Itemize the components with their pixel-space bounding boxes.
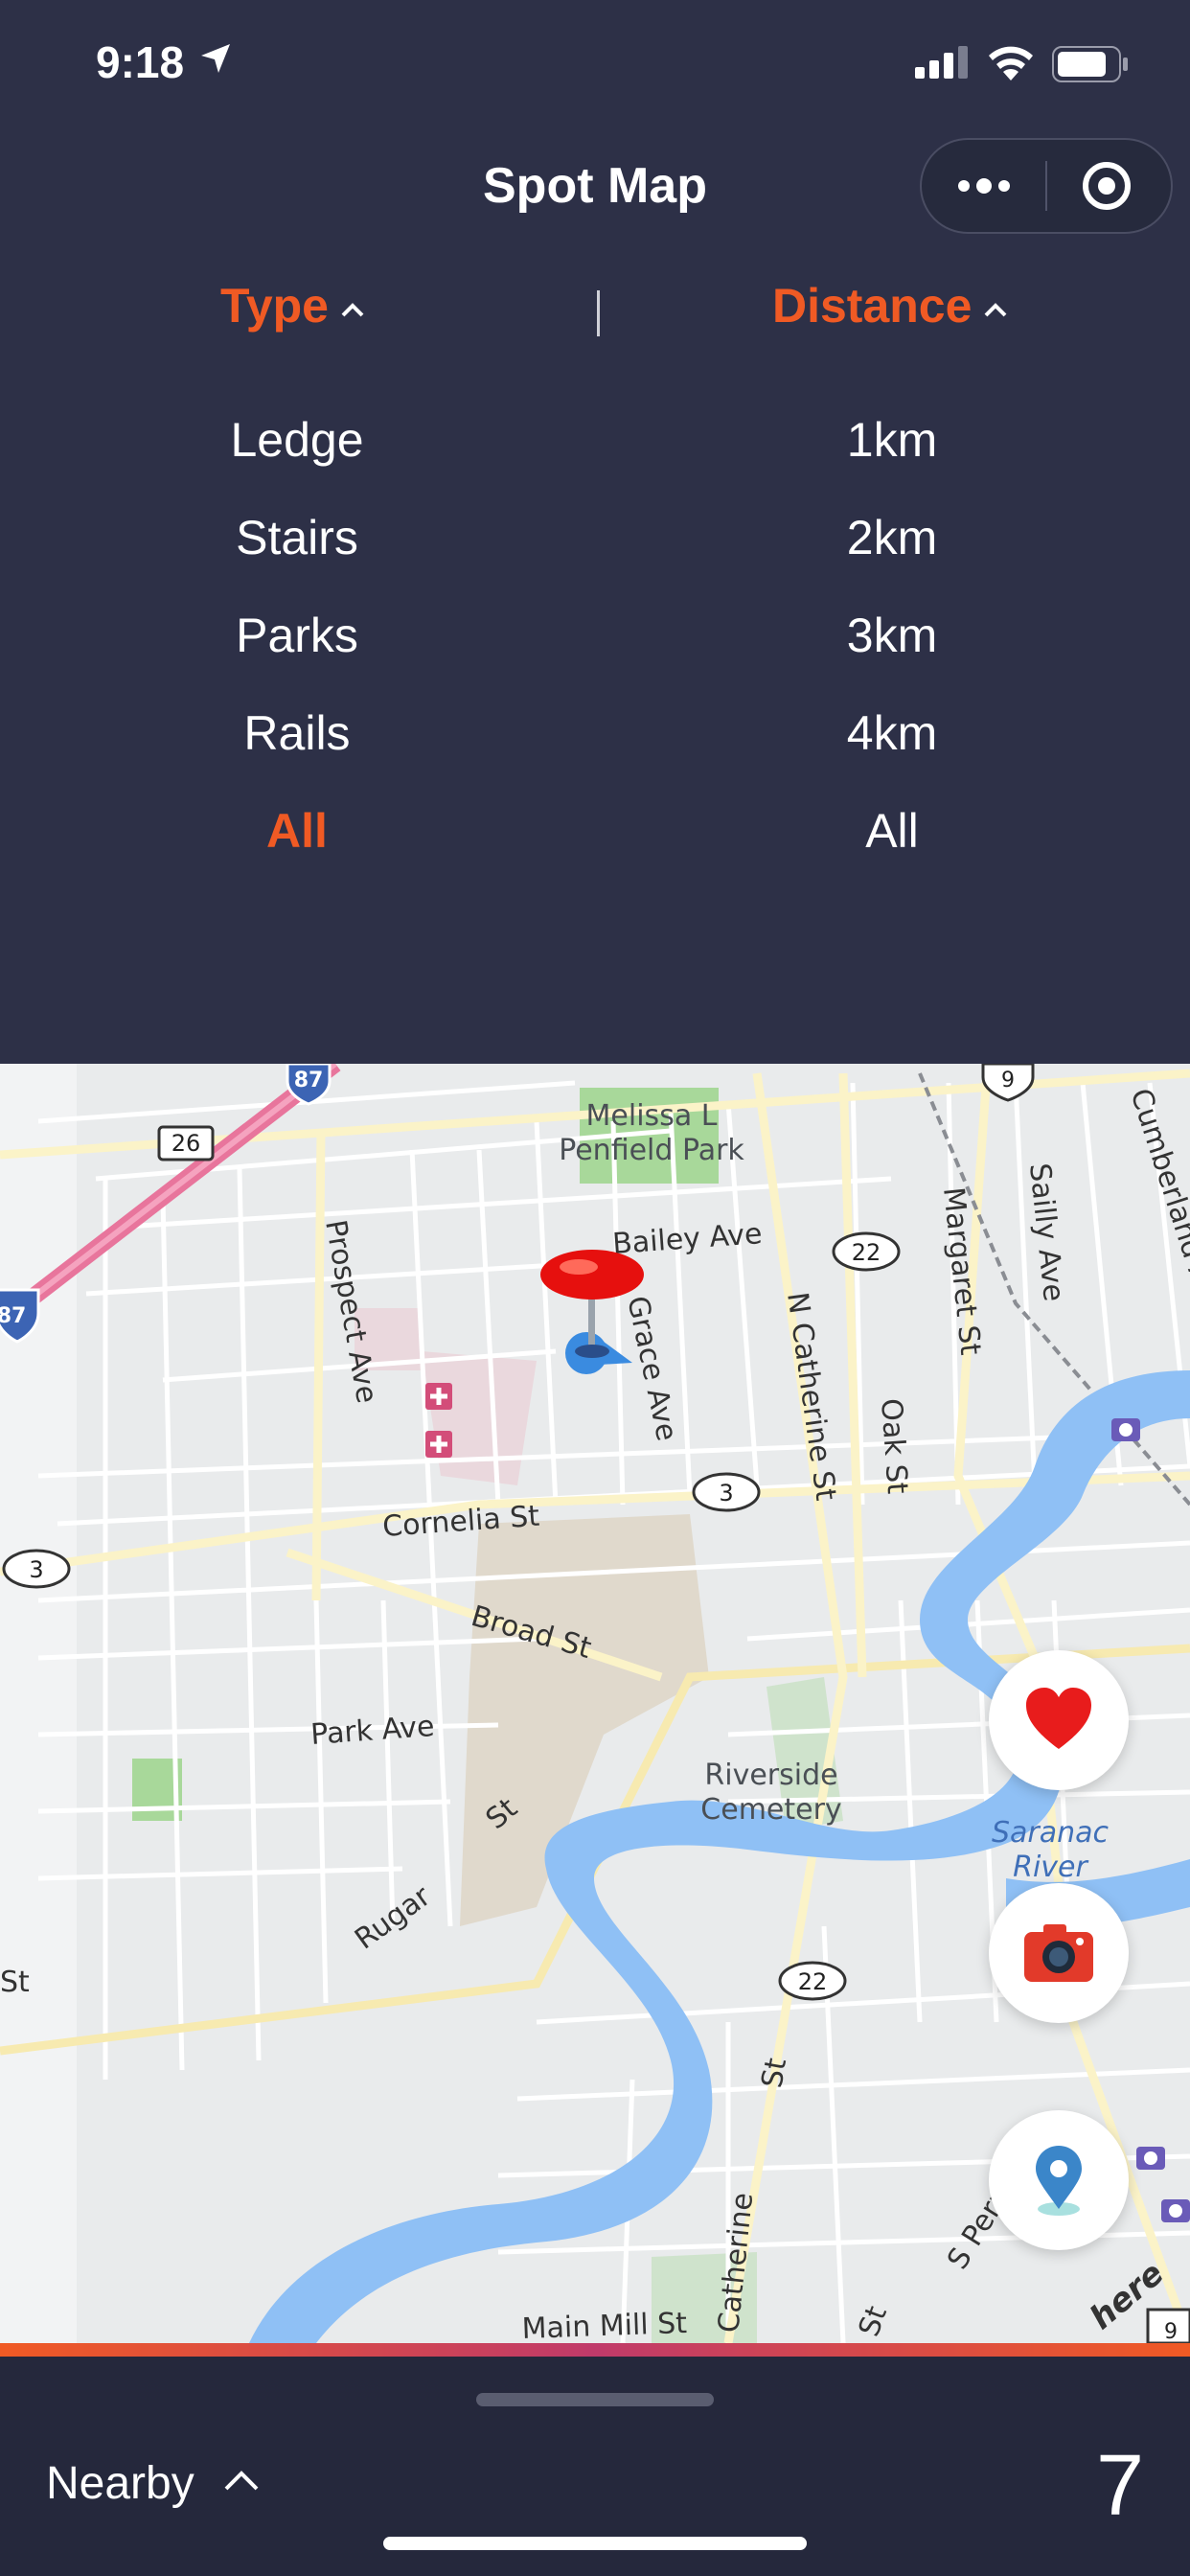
battery-icon xyxy=(1052,46,1128,82)
map-label: Main Mill St xyxy=(521,2307,688,2343)
map-label: St xyxy=(755,2056,793,2091)
shield-label: 9 xyxy=(1001,1069,1015,1092)
map-label: St xyxy=(0,1966,30,1999)
shield-label: 26 xyxy=(172,1130,201,1157)
shield-label: 3 xyxy=(719,1480,733,1506)
distance-option-all[interactable]: All xyxy=(700,803,1084,859)
sheet-grabber[interactable] xyxy=(476,2393,714,2406)
map-view[interactable]: 87 87 26 22 22 3 3 9 9 Melissa L Penfiel… xyxy=(0,1064,1190,2343)
map-label: N Catherine St xyxy=(780,1290,842,1503)
mini-program-capsule xyxy=(920,138,1173,234)
capsule-divider xyxy=(1045,161,1047,211)
distance-filter-label: Distance xyxy=(772,279,973,333)
wifi-icon xyxy=(989,46,1033,80)
chevron-up-icon[interactable] xyxy=(222,2468,261,2493)
type-option-parks[interactable]: Parks xyxy=(105,608,489,663)
shield-label: 87 xyxy=(0,1304,26,1328)
hospital-icon xyxy=(425,1431,452,1458)
location-arrow-icon xyxy=(201,44,230,73)
map-label: Grace Ave xyxy=(620,1293,683,1443)
locate-me-button[interactable] xyxy=(989,2110,1129,2250)
map-label: Cumberland Ave xyxy=(1123,1085,1190,1322)
route-shield: 3 xyxy=(2,1549,71,1589)
location-pin-icon xyxy=(1036,2146,1082,2216)
shield-label: 9 xyxy=(1164,2320,1178,2343)
type-option-all[interactable]: All xyxy=(105,803,489,859)
hospital-icon xyxy=(425,1383,452,1410)
shield-label: 87 xyxy=(294,1069,324,1092)
distance-option-1km[interactable]: 1km xyxy=(700,412,1084,468)
type-filter-label: Type xyxy=(220,279,329,333)
chevron-up-icon xyxy=(985,302,1007,317)
map-label: Riverside xyxy=(704,1759,837,1792)
map-label: Park Ave xyxy=(309,1710,435,1752)
map-label: Cemetery xyxy=(700,1793,841,1827)
photo-marker-icon xyxy=(1161,2199,1190,2222)
route-shield: 22 xyxy=(832,1231,901,1272)
accent-divider xyxy=(0,2343,1190,2357)
nearby-count: 7 xyxy=(1095,2438,1144,2534)
heart-icon xyxy=(1026,1688,1091,1749)
chevron-up-icon xyxy=(341,302,364,317)
shield-label: 22 xyxy=(852,1239,881,1266)
map-label: Penfield Park xyxy=(559,1134,744,1167)
shield-label: 3 xyxy=(29,1556,43,1583)
more-icon[interactable] xyxy=(950,159,1018,213)
close-target-icon[interactable] xyxy=(1080,159,1133,213)
nearby-label[interactable]: Nearby xyxy=(46,2457,195,2510)
map-label: Saranac xyxy=(992,1816,1110,1850)
type-filter-header[interactable]: Type xyxy=(220,278,365,334)
route-shield: 26 xyxy=(157,1125,215,1162)
route-shield: 3 xyxy=(692,1472,761,1512)
distance-filter-header[interactable]: Distance xyxy=(772,278,1008,334)
photo-marker-icon xyxy=(1111,1418,1140,1441)
camera-icon xyxy=(1024,1924,1093,1982)
map-label: Oak St xyxy=(874,1397,914,1495)
map-label: Melissa L xyxy=(586,1099,718,1133)
signal-icon xyxy=(915,46,968,79)
us-route-shield: 9 xyxy=(1146,2308,1190,2343)
nav-bar: Spot Map xyxy=(0,125,1190,249)
distance-option-4km[interactable]: 4km xyxy=(700,705,1084,761)
type-option-ledge[interactable]: Ledge xyxy=(105,412,489,468)
bottom-sheet[interactable]: Nearby 7 xyxy=(0,2357,1190,2576)
photo-marker-icon xyxy=(1136,2147,1165,2170)
hospital-area xyxy=(422,1351,537,1485)
status-time: 9:18 xyxy=(96,37,185,87)
type-option-stairs[interactable]: Stairs xyxy=(105,510,489,565)
camera-button[interactable] xyxy=(989,1883,1129,2023)
type-option-rails[interactable]: Rails xyxy=(105,705,489,761)
map-label: St xyxy=(853,2302,895,2341)
map-label: River xyxy=(1013,1851,1088,1884)
route-shield: 22 xyxy=(778,1961,847,2001)
status-bar: 9:18 xyxy=(0,0,1190,125)
filter-divider xyxy=(597,290,600,336)
distance-option-3km[interactable]: 3km xyxy=(700,608,1084,663)
shield-label: 22 xyxy=(798,1968,828,1995)
us-route-shield: 9 xyxy=(981,1064,1035,1102)
distance-option-2km[interactable]: 2km xyxy=(700,510,1084,565)
favorites-button[interactable] xyxy=(989,1650,1129,1790)
map-label: Sailly Ave xyxy=(1022,1162,1070,1303)
home-indicator xyxy=(383,2537,807,2550)
